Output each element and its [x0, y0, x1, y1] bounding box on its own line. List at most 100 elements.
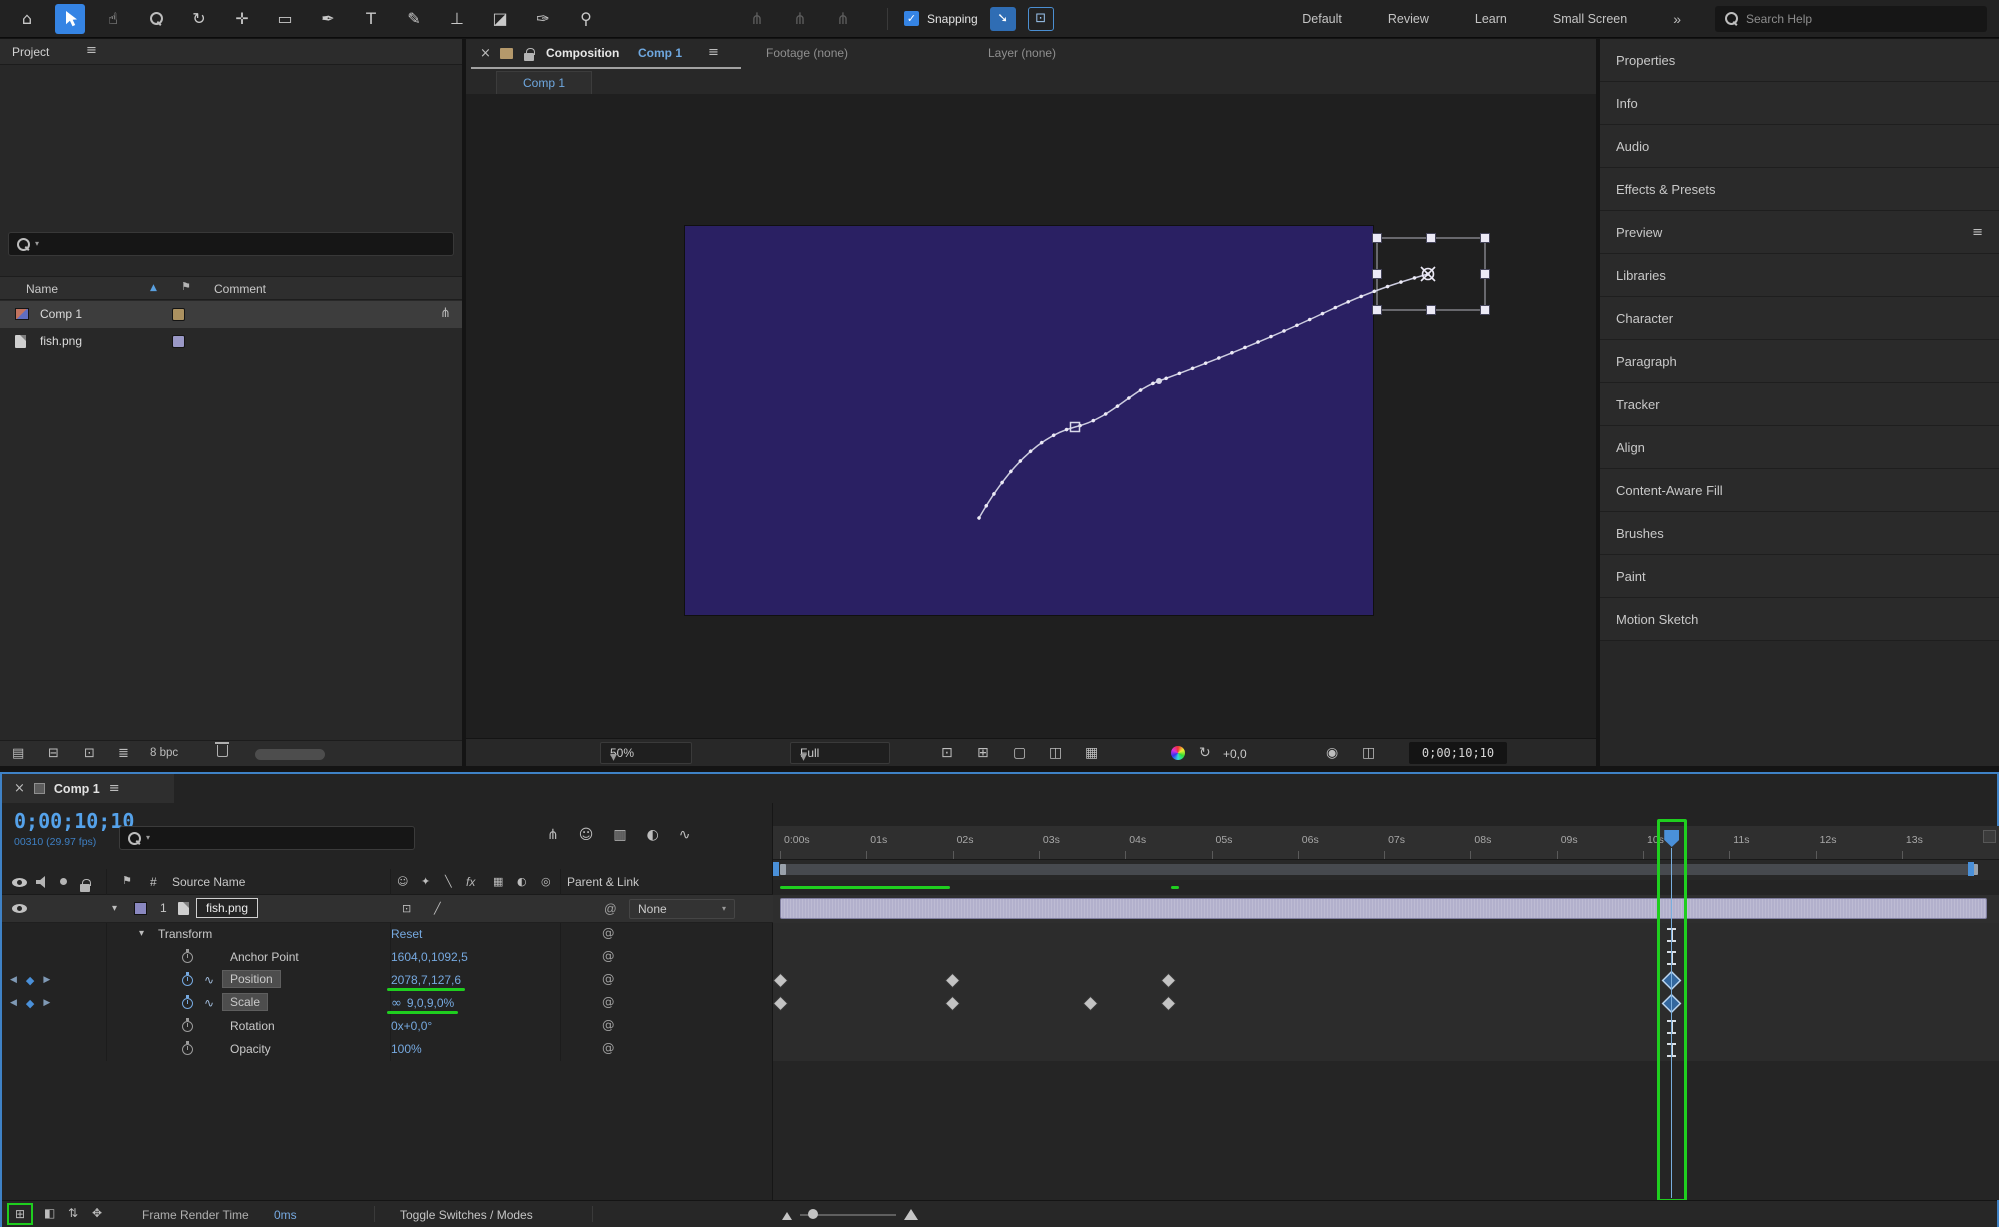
region-of-interest-icon[interactable]: ▢ — [1013, 746, 1026, 760]
roto-brush-tool-icon[interactable]: ✑ — [528, 4, 558, 34]
workspace-default[interactable]: Default — [1302, 12, 1342, 26]
property-row-position[interactable]: ◀◆▶∿Position2078,7,127,6@ — [2, 969, 773, 992]
property-row-opacity[interactable]: Opacity100%@ — [2, 1038, 773, 1061]
interpret-footage-icon[interactable]: ▤ — [12, 747, 24, 760]
stopwatch-icon[interactable] — [182, 998, 193, 1009]
project-item-comp-1[interactable]: Comp 1⋔ — [0, 301, 462, 328]
work-area-bar[interactable] — [780, 864, 1978, 875]
panel-drag-pill[interactable] — [255, 749, 325, 760]
brush-tool-icon[interactable]: ✎ — [399, 4, 429, 34]
bit-depth-button[interactable]: 8 bpc — [150, 747, 178, 759]
keyframe-toggle-icon[interactable]: ◆ — [26, 975, 34, 986]
lock-icon[interactable] — [524, 53, 534, 61]
pick-whip-icon[interactable]: @ — [602, 1042, 615, 1055]
column-source-name[interactable]: Source Name — [172, 875, 245, 889]
workspace-learn[interactable]: Learn — [1475, 12, 1507, 26]
panel-menu-icon[interactable]: ≡ — [86, 44, 97, 57]
flowchart-icon[interactable]: ⋔ — [440, 307, 451, 320]
timeline-search-input[interactable] — [155, 831, 406, 845]
property-value[interactable]: Reset — [391, 927, 422, 941]
path-keyframe-dot[interactable] — [1156, 378, 1162, 384]
orbit-camera-tool-icon[interactable]: ↻ — [184, 4, 214, 34]
motion-path[interactable] — [979, 274, 1428, 518]
property-row-rotation[interactable]: Rotation0x+0,0°@ — [2, 1015, 773, 1038]
viewer-timecode[interactable]: 0;00;10;10 — [1409, 742, 1507, 764]
workspace-overflow-button[interactable]: » — [1673, 11, 1681, 27]
shape-tool-icon[interactable]: ▭ — [270, 4, 300, 34]
workspace-review[interactable]: Review — [1388, 12, 1429, 26]
timeline-end-bracket[interactable] — [1968, 862, 1974, 876]
pick-whip-icon[interactable]: @ — [602, 1019, 615, 1032]
choose-grid-icon[interactable]: ⊡ — [941, 746, 953, 760]
column-comment[interactable]: Comment — [214, 282, 266, 296]
sidebar-item-paragraph[interactable]: Paragraph — [1600, 340, 1999, 383]
timeline-zoom-handle[interactable] — [808, 1209, 818, 1219]
panel-menu-icon[interactable]: ≡ — [109, 782, 120, 795]
sidebar-item-paint[interactable]: Paint — [1600, 555, 1999, 598]
label-column-icon[interactable]: ⚑ — [181, 281, 191, 292]
grid-options-icon[interactable]: ⊞ — [977, 746, 989, 760]
layer-frame-switch-icon[interactable]: ⊡ — [402, 903, 411, 914]
sidebar-item-brushes[interactable]: Brushes — [1600, 512, 1999, 555]
composition-viewport[interactable] — [466, 94, 1596, 738]
graph-editor-icon[interactable]: ∿ — [679, 828, 691, 842]
timeline-search-box[interactable]: ▾ — [119, 826, 415, 850]
twirl-down-icon[interactable]: ▾ — [139, 929, 144, 939]
layer-quality-switch-icon[interactable]: ╱ — [434, 903, 441, 914]
project-settings-icon[interactable]: ≣ — [118, 747, 129, 760]
parent-link-dropdown[interactable]: None ▾ — [629, 899, 735, 919]
sidebar-item-character[interactable]: Character — [1600, 297, 1999, 340]
stopwatch-icon[interactable] — [182, 1044, 193, 1055]
pick-whip-icon[interactable]: @ — [602, 927, 615, 940]
layer-label-swatch[interactable] — [134, 902, 147, 915]
expand-layer-switches-icon[interactable]: ⊞ — [15, 1208, 25, 1220]
keyframe-toggle-icon[interactable]: ◆ — [26, 998, 34, 1009]
property-value[interactable]: 0x+0,0° — [391, 1019, 432, 1033]
layer-name-field[interactable]: fish.png — [196, 898, 258, 918]
help-search-box[interactable] — [1715, 6, 1987, 32]
zoom-tool-icon[interactable] — [141, 4, 171, 34]
composition-mini-flowchart-icon[interactable]: ⋔ — [547, 828, 559, 842]
clone-stamp-tool-icon[interactable]: ⊥ — [442, 4, 472, 34]
sidebar-item-effects-presets[interactable]: Effects & Presets — [1600, 168, 1999, 211]
snap-to-grid-icon[interactable]: ⊡ — [1028, 7, 1054, 31]
column-parent-link[interactable]: Parent & Link — [567, 875, 639, 889]
pick-whip-icon[interactable]: @ — [602, 950, 615, 963]
label-swatch[interactable] — [172, 335, 185, 348]
snapshot-camera-icon[interactable]: ◉ — [1326, 746, 1338, 760]
axis-mode-icon-1[interactable]: ⋔ — [742, 4, 772, 34]
selection-handles[interactable] — [1373, 234, 1490, 315]
project-search-input[interactable] — [44, 237, 445, 251]
eraser-tool-icon[interactable]: ◪ — [485, 4, 515, 34]
render-time-pane-icon[interactable]: ◧ — [44, 1207, 55, 1219]
axis-mode-icon-2[interactable]: ⋔ — [785, 4, 815, 34]
sidebar-item-motion-sketch[interactable]: Motion Sketch — [1600, 598, 1999, 641]
tab-composition[interactable]: Composition — [546, 46, 619, 60]
value-text[interactable]: 100% — [391, 1042, 422, 1056]
property-row-scale[interactable]: ◀◆▶∿Scale∞9,0,9,0%@ — [2, 992, 773, 1015]
anchor-point-icon[interactable] — [1421, 267, 1435, 281]
project-search-box[interactable]: ▾ — [8, 232, 454, 256]
in-out-panes-icon[interactable]: ✥ — [92, 1207, 102, 1219]
help-search-input[interactable] — [1746, 12, 1977, 26]
pick-whip-icon[interactable]: @ — [602, 973, 615, 986]
property-row-anchor-point[interactable]: Anchor Point1604,0,1092,5@ — [2, 946, 773, 969]
next-keyframe-icon[interactable]: ▶ — [43, 999, 50, 1008]
channel-color-wheel-icon[interactable] — [1171, 746, 1185, 760]
next-keyframe-icon[interactable]: ▶ — [43, 976, 50, 985]
transfer-controls-icon[interactable]: ⇅ — [68, 1207, 78, 1219]
reset-exposure-icon[interactable]: ↻ — [1199, 746, 1211, 760]
property-value[interactable]: 1604,0,1092,5 — [391, 950, 468, 964]
transparency-grid-icon[interactable]: ▦ — [1085, 746, 1098, 760]
previous-keyframe-icon[interactable]: ◀ — [10, 999, 17, 1008]
velocity-graph-icon[interactable]: ∿ — [204, 974, 214, 986]
panel-menu-icon[interactable]: ≡ — [1972, 226, 1983, 239]
sidebar-item-tracker[interactable]: Tracker — [1600, 383, 1999, 426]
twirl-down-icon[interactable]: ▾ — [112, 904, 117, 914]
time-ruler[interactable]: 0:00s01s02s03s04s05s06s07s08s09s10s11s12… — [773, 826, 1999, 860]
sidebar-item-info[interactable]: Info — [1600, 82, 1999, 125]
sidebar-item-libraries[interactable]: Libraries — [1600, 254, 1999, 297]
tab-footage[interactable]: Footage (none) — [766, 46, 848, 60]
constrain-proportions-icon[interactable]: ∞ — [391, 997, 402, 1010]
project-column-header[interactable]: Name ▲ ⚑ Comment — [0, 276, 462, 300]
